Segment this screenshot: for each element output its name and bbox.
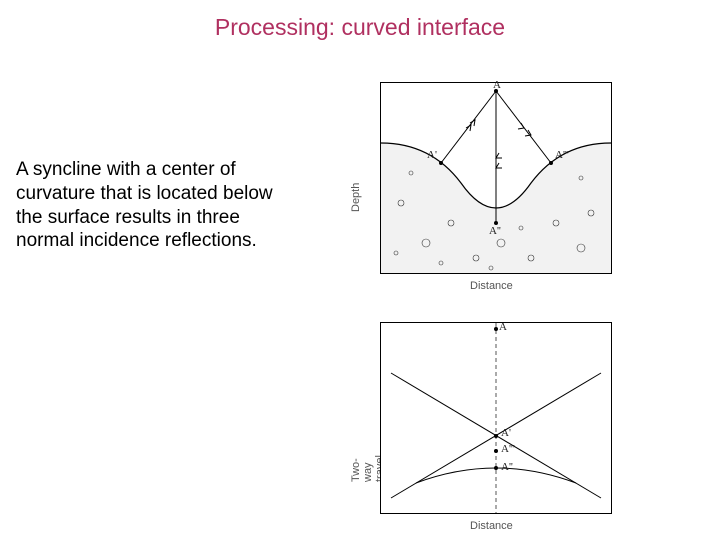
panel-b-svg xyxy=(381,323,611,513)
point-A1 xyxy=(439,161,443,165)
label-b-A2: A'' xyxy=(501,461,513,473)
label-b-A1: A' xyxy=(501,427,511,439)
point-A3 xyxy=(549,161,553,165)
point-b-A2 xyxy=(494,466,498,470)
label-A3: A''' xyxy=(555,149,569,161)
panel-a-ylabel: Depth xyxy=(350,198,362,212)
label-b-A3: A''' xyxy=(501,443,515,455)
slide-title: Processing: curved interface xyxy=(0,14,720,41)
label-A: A xyxy=(493,79,501,91)
label-A2: A'' xyxy=(489,225,501,237)
point-b-A xyxy=(494,327,498,331)
panel-a-xlabel: Distance xyxy=(470,280,513,292)
point-b-A1 xyxy=(494,434,498,438)
panel-a-svg xyxy=(381,83,611,273)
slide: Processing: curved interface A syncline … xyxy=(0,0,720,540)
panel-b: A A' A''' A'' xyxy=(380,322,612,514)
panel-b-xlabel: Distance xyxy=(470,520,513,532)
figure-stack: (a) Depth xyxy=(340,82,640,522)
body-paragraph: A syncline with a center of curvature th… xyxy=(16,158,296,253)
label-A1: A' xyxy=(427,149,437,161)
panel-a: A A' A'' A''' xyxy=(380,82,612,274)
label-b-A: A xyxy=(499,321,507,333)
point-b-A3 xyxy=(494,449,498,453)
